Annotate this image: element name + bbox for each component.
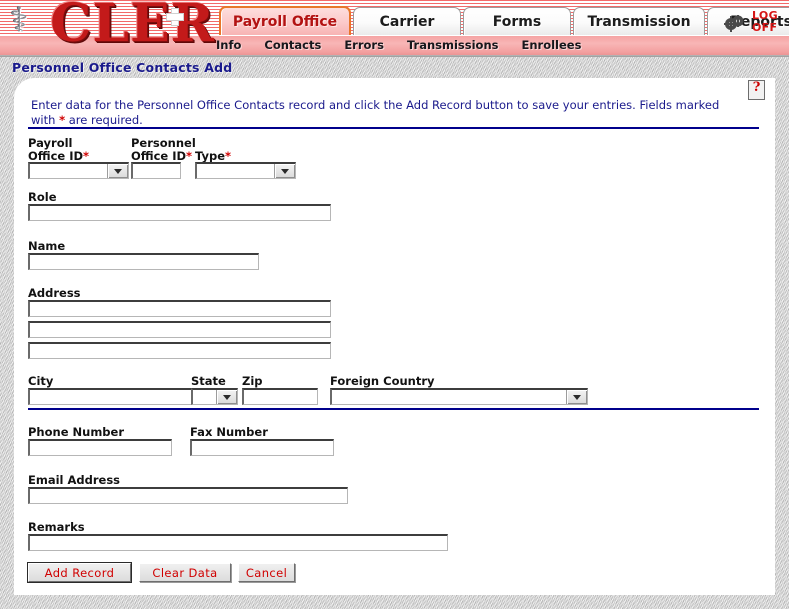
tab-transmission[interactable]: Transmission [573, 7, 705, 35]
required-star-personnel-office-id: * [186, 149, 193, 163]
name-input[interactable] [28, 253, 259, 270]
chevron-down-icon-state[interactable] [216, 390, 237, 404]
logo-text: CLER [50, 0, 215, 54]
phone-number-input[interactable] [28, 439, 172, 456]
label-phone-number-text: Phone Number [28, 425, 125, 439]
address-line3-input[interactable] [28, 342, 331, 359]
foreign-country-select[interactable] [330, 388, 588, 405]
contact-type-select[interactable] [195, 162, 296, 179]
label-fax-number: Fax Number [190, 426, 268, 439]
payroll-office-id-select[interactable] [28, 162, 129, 179]
tab-carrier[interactable]: Carrier [353, 7, 461, 35]
label-remarks: Remarks [28, 521, 85, 534]
content-panel: Enter data for the Personnel Office Cont… [14, 78, 775, 595]
label-state: State [191, 375, 226, 388]
tab-forms[interactable]: Forms [463, 7, 571, 35]
tab-payroll-office[interactable]: Payroll Office [219, 6, 351, 35]
app-logo: ⚕ CLER [4, 0, 216, 54]
chevron-down-icon-payroll-office-id[interactable] [107, 164, 128, 178]
page-title: Personnel Office Contacts Add [12, 60, 233, 75]
label-address-text: Address [28, 286, 81, 300]
divider-middle [28, 408, 759, 410]
instruction-text: Enter data for the Personnel Office Cont… [31, 98, 746, 128]
log-off-button[interactable]: LOG OFF [752, 10, 778, 33]
label-payroll-office-id-line2: Office ID [28, 149, 84, 163]
chevron-down-icon-foreign-country[interactable] [566, 390, 587, 404]
banner-baseline [0, 55, 789, 57]
help-question-icon[interactable]: ? [748, 80, 765, 100]
label-personnel-office-id-line2: Office ID [131, 149, 187, 163]
fax-number-input[interactable] [190, 439, 334, 456]
main-tab-bar[interactable]: Payroll Office Carrier Forms Transmissio… [219, 5, 789, 35]
log-off-label-line1: LOG [752, 9, 778, 22]
label-phone-number: Phone Number [28, 426, 124, 439]
label-name-text: Name [28, 239, 66, 253]
label-role: Role [28, 191, 57, 204]
zip-input[interactable] [242, 388, 318, 405]
label-remarks-text: Remarks [28, 520, 85, 534]
address-line1-input[interactable] [28, 300, 331, 317]
cancel-button[interactable]: Cancel [238, 563, 295, 582]
label-city-text: City [28, 374, 54, 388]
label-email-address: Email Address [28, 474, 120, 487]
email-address-input[interactable] [28, 487, 348, 504]
label-role-text: Role [28, 190, 57, 204]
subnav-item-contacts[interactable]: Contacts [264, 38, 321, 52]
label-foreign-country: Foreign Country [330, 375, 435, 388]
label-name: Name [28, 240, 65, 253]
label-state-text: State [191, 374, 226, 388]
personnel-office-id-input[interactable] [131, 162, 181, 179]
required-star-contact-type: * [225, 149, 232, 163]
clear-data-button[interactable]: Clear Data [139, 563, 231, 582]
label-foreign-country-text: Foreign Country [330, 374, 435, 388]
gear-icon[interactable] [723, 13, 745, 33]
medical-cross-icon [167, 9, 183, 25]
label-address: Address [28, 287, 81, 300]
label-contact-type-text: Type [195, 149, 226, 163]
divider-top [28, 127, 759, 129]
label-payroll-office-id: Payroll Office ID* [28, 137, 89, 163]
label-city: City [28, 375, 53, 388]
instruction-text-part2: are required. [65, 113, 143, 127]
subnav-item-errors[interactable]: Errors [344, 38, 384, 52]
role-input[interactable] [28, 204, 331, 221]
city-input[interactable] [28, 388, 193, 405]
label-fax-number-text: Fax Number [190, 425, 268, 439]
subnav-item-info[interactable]: Info [216, 38, 241, 52]
subnav-item-transmissions[interactable]: Transmissions [407, 38, 499, 52]
add-record-button[interactable]: Add Record [27, 562, 132, 583]
address-line2-input[interactable] [28, 321, 331, 338]
label-email-address-text: Email Address [28, 473, 121, 487]
label-personnel-office-id: Personnel Office ID* [131, 137, 196, 163]
log-off-label-line2: OFF [752, 20, 778, 34]
label-personnel-office-id-line1: Personnel [131, 136, 196, 150]
subnav-item-enrollees[interactable]: Enrollees [522, 38, 582, 52]
help-question-glyph: ? [752, 80, 761, 95]
chevron-down-icon-contact-type[interactable] [274, 164, 295, 178]
remarks-input[interactable] [28, 534, 448, 551]
caduceus-icon: ⚕ [10, 0, 29, 40]
label-payroll-office-id-line1: Payroll [28, 136, 73, 150]
label-zip-text: Zip [242, 374, 263, 388]
required-star-payroll-office-id: * [83, 149, 90, 163]
state-select[interactable] [191, 388, 238, 405]
sub-navigation-bar[interactable]: Info Contacts Errors Transmissions Enrol… [216, 37, 581, 53]
label-zip: Zip [242, 375, 263, 388]
